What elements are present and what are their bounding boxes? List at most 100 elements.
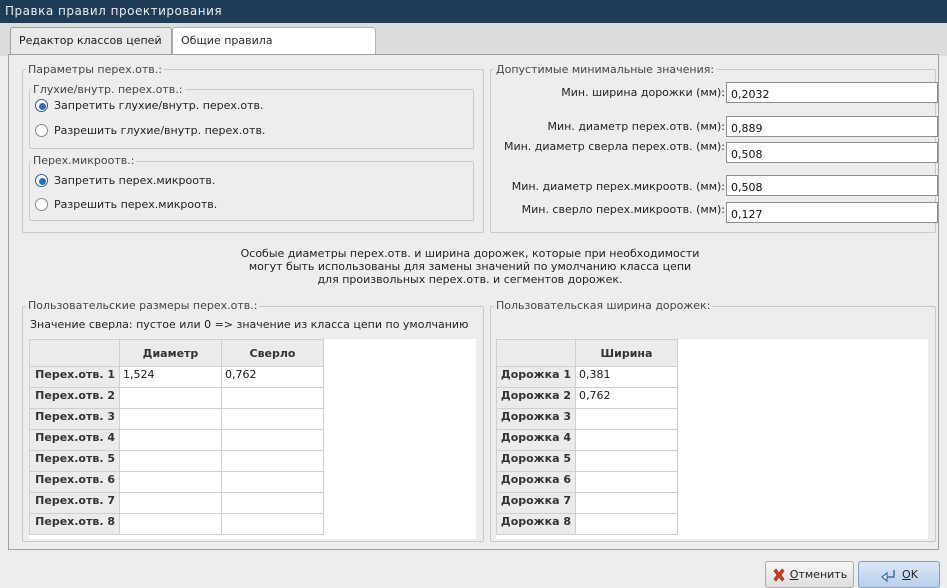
cancel-label: Отменить (790, 568, 847, 581)
ok-label: OK (902, 568, 918, 581)
table-row: Перех.отв. 1 1,524 0,762 (29, 366, 324, 388)
table-row: Перех.отв. 2 (29, 387, 324, 409)
radio-label: Запретить глухие/внутр. перех.отв. (54, 99, 264, 112)
table-row: Дорожка 8 (496, 513, 678, 535)
diameter-cell[interactable]: 1,524 (119, 366, 222, 388)
min-values-legend: Допустимые минимальные значения: (494, 63, 717, 76)
min-via-drill-label: Мин. диаметр сверла перех.отв. (мм): (503, 140, 725, 153)
row-header[interactable]: Дорожка 1 (496, 366, 576, 388)
diameter-cell[interactable] (119, 387, 222, 409)
drill-cell[interactable] (221, 429, 324, 451)
table-row: Перех.отв. 3 (29, 408, 324, 430)
micro-vias-legend: Перех.микроотв.: (31, 154, 137, 167)
drill-cell[interactable] (221, 387, 324, 409)
ok-label-rest: K (910, 568, 918, 581)
width-cell[interactable] (575, 492, 678, 514)
width-cell[interactable]: 0,762 (575, 387, 678, 409)
row-header[interactable]: Дорожка 7 (496, 492, 576, 514)
ok-button[interactable]: OK (858, 561, 940, 588)
width-cell[interactable] (575, 450, 678, 472)
width-cell[interactable]: 0,381 (575, 366, 678, 388)
tab-net-class-editor[interactable]: Редактор классов цепей (10, 27, 172, 54)
table-corner (29, 339, 120, 367)
radio-forbid-blind[interactable]: Запретить глухие/внутр. перех.отв. (35, 99, 264, 112)
row-header[interactable]: Дорожка 3 (496, 408, 576, 430)
table-row: Перех.отв. 7 (29, 492, 324, 514)
table-row: Перех.отв. 6 (29, 471, 324, 493)
drill-cell[interactable] (221, 471, 324, 493)
row-header[interactable]: Дорожка 5 (496, 450, 576, 472)
blind-vias-legend: Глухие/внутр. перех.отв.: (31, 83, 185, 96)
diameter-cell[interactable] (119, 492, 222, 514)
row-header[interactable]: Дорожка 8 (496, 513, 576, 535)
window-title: Правка правил проектирования (0, 0, 947, 23)
row-header[interactable]: Перех.отв. 4 (29, 429, 120, 451)
radio-unselected-icon (35, 198, 48, 211)
radio-selected-icon (35, 174, 48, 187)
radio-label: Запретить перех.микроотв. (54, 174, 216, 187)
table-row: Перех.отв. 8 (29, 513, 324, 535)
diameter-cell[interactable] (119, 513, 222, 535)
table-row: Дорожка 1 0,381 (496, 366, 678, 388)
cancel-label-rest: тменить (798, 568, 848, 581)
min-microvia-drill-input[interactable] (726, 202, 938, 223)
drill-cell[interactable] (221, 513, 324, 535)
enter-arrow-icon (881, 569, 895, 582)
radio-label: Разрешить глухие/внутр. перех.отв. (54, 124, 266, 137)
table-row: Дорожка 6 (496, 471, 678, 493)
drill-cell[interactable] (221, 450, 324, 472)
width-cell[interactable] (575, 513, 678, 535)
drill-cell[interactable] (221, 492, 324, 514)
row-header[interactable]: Дорожка 2 (496, 387, 576, 409)
width-cell[interactable] (575, 408, 678, 430)
diameter-cell[interactable] (119, 429, 222, 451)
cancel-button[interactable]: Отменить (765, 561, 854, 588)
min-via-diameter-label: Мин. диаметр перех.отв. (мм): (547, 120, 726, 133)
via-params-legend: Параметры перех.отв.: (26, 63, 164, 76)
table-row: Дорожка 5 (496, 450, 678, 472)
row-header[interactable]: Дорожка 6 (496, 471, 576, 493)
tab-global-design-rules[interactable]: Общие правила проектирования (172, 27, 376, 72)
width-cell[interactable] (575, 429, 678, 451)
row-header[interactable]: Перех.отв. 3 (29, 408, 120, 430)
column-header-width[interactable]: Ширина (575, 339, 678, 367)
table-corner (496, 339, 576, 367)
table-row: Дорожка 3 (496, 408, 678, 430)
radio-label: Разрешить перех.микроотв. (54, 198, 218, 211)
table-row: Дорожка 2 0,762 (496, 387, 678, 409)
row-header[interactable]: Дорожка 4 (496, 429, 576, 451)
info-line: могут быть использованы для замены значе… (248, 260, 692, 273)
row-header[interactable]: Перех.отв. 1 (29, 366, 120, 388)
drill-cell[interactable] (221, 408, 324, 430)
diameter-cell[interactable] (119, 450, 222, 472)
min-via-drill-input[interactable] (726, 142, 938, 163)
column-header-diameter[interactable]: Диаметр (119, 339, 222, 367)
custom-vias-table: Диаметр Сверло Перех.отв. 1 1,524 0,762 … (29, 339, 324, 535)
row-header[interactable]: Перех.отв. 5 (29, 450, 120, 472)
row-header[interactable]: Перех.отв. 6 (29, 471, 120, 493)
radio-forbid-micro[interactable]: Запретить перех.микроотв. (35, 174, 215, 187)
row-header[interactable]: Перех.отв. 2 (29, 387, 120, 409)
min-microvia-diameter-label: Мин. диаметр перех.микроотв. (мм): (511, 180, 725, 193)
radio-unselected-icon (35, 124, 48, 137)
blind-vias-group (29, 89, 474, 149)
row-header[interactable]: Перех.отв. 7 (29, 492, 120, 514)
min-via-diameter-input[interactable] (726, 116, 938, 137)
row-header[interactable]: Перех.отв. 8 (29, 513, 120, 535)
min-microvia-drill-label: Мин. сверло перех.микроотв. (мм): (521, 203, 725, 216)
min-track-width-label: Мин. ширина дорожки (мм): (561, 86, 725, 99)
table-row: Дорожка 7 (496, 492, 678, 514)
drill-hint: Значение сверла: пустое или 0 => значени… (30, 318, 469, 331)
diameter-cell[interactable] (119, 408, 222, 430)
column-header-drill[interactable]: Сверло (221, 339, 324, 367)
min-microvia-diameter-input[interactable] (726, 175, 938, 196)
micro-vias-group (29, 161, 474, 221)
min-track-width-input[interactable] (726, 82, 938, 103)
drill-cell[interactable]: 0,762 (221, 366, 324, 388)
radio-selected-icon (35, 99, 48, 112)
table-row: Перех.отв. 5 (29, 450, 324, 472)
radio-allow-blind[interactable]: Разрешить глухие/внутр. перех.отв. (35, 124, 265, 137)
radio-allow-micro[interactable]: Разрешить перех.микроотв. (35, 198, 217, 211)
width-cell[interactable] (575, 471, 678, 493)
diameter-cell[interactable] (119, 471, 222, 493)
